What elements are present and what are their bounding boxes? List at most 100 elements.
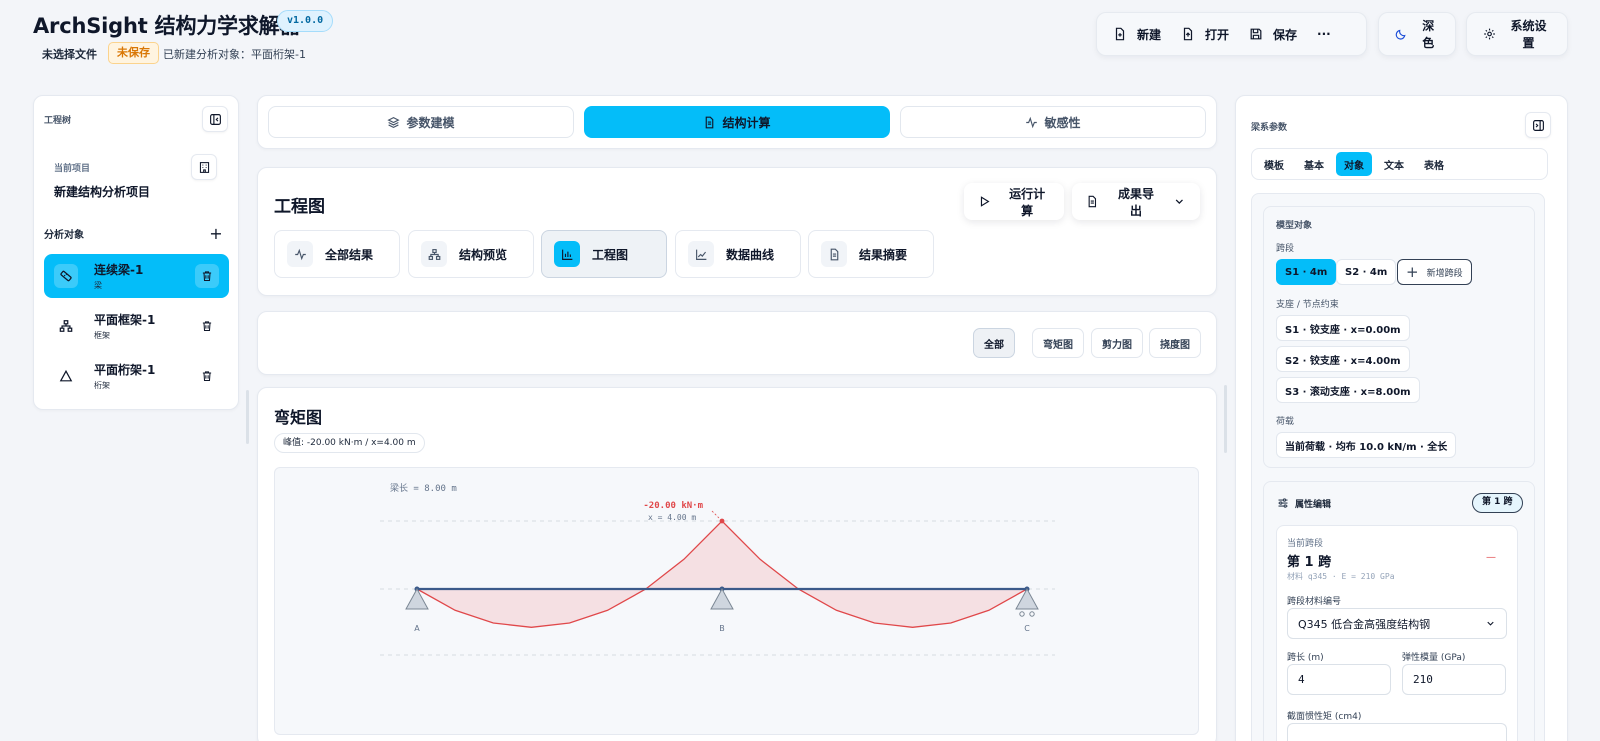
result-tab-summary[interactable]: 结果摘要: [808, 230, 934, 278]
params-title: 梁系参数: [1251, 123, 1288, 133]
load-chip[interactable]: 当前荷载 · 均布 10.0 kN/m · 全长: [1276, 432, 1457, 458]
truss-icon: [54, 364, 78, 388]
file-label: 未选择文件: [42, 48, 97, 61]
peak-point: [719, 518, 725, 524]
pulse-icon: [294, 248, 306, 260]
document-icon: [830, 248, 838, 260]
sliders-icon: [1278, 498, 1288, 508]
tab-parametric-modeling[interactable]: 参数建模: [268, 106, 574, 138]
unsaved-badge: 未保存: [108, 42, 159, 64]
right-resize-handle[interactable]: [1224, 385, 1227, 453]
collapse-left-button[interactable]: [202, 106, 228, 132]
more-button[interactable]: ···: [1307, 18, 1341, 50]
building-icon: [199, 161, 209, 173]
run-calc-button[interactable]: 运行计算: [964, 183, 1064, 220]
open-button[interactable]: 打开: [1171, 18, 1239, 50]
peak-x-label: x = 4.00 m: [648, 513, 696, 522]
result-tab-all[interactable]: 全部结果: [274, 230, 400, 278]
span-chip-1[interactable]: S1 · 4m: [1276, 259, 1337, 285]
result-tab-label: 结构预览: [459, 247, 508, 262]
new-label: 新建: [1137, 27, 1162, 42]
panel-collapse-icon: [1532, 119, 1544, 131]
object-item-truss[interactable]: 平面桁架-1 桁架: [44, 354, 229, 398]
inertia-input[interactable]: [1287, 723, 1507, 741]
open-file-icon: [1183, 27, 1193, 41]
modulus-label: 弹性模量 (GPa): [1402, 653, 1466, 663]
tab-object[interactable]: 对象: [1336, 152, 1372, 176]
tab-table[interactable]: 表格: [1416, 152, 1452, 176]
material-info: 材料 q345 · E = 210 GPa: [1287, 572, 1395, 581]
material-select[interactable]: Q345 低合金高强度结构钢: [1287, 608, 1507, 639]
tab-basic[interactable]: 基本: [1296, 152, 1332, 176]
delete-object-button[interactable]: [195, 364, 219, 388]
result-tab-label: 数据曲线: [726, 247, 775, 262]
result-tab-label: 结果摘要: [859, 247, 908, 262]
new-button[interactable]: 新建: [1103, 18, 1171, 50]
settings-label: 系统设置: [1510, 19, 1547, 50]
result-tab-drawing[interactable]: 工程图: [541, 230, 667, 278]
tab-label: 结构计算: [722, 115, 771, 130]
beam-length-label: 梁长 = 8.00 m: [390, 482, 457, 494]
project-settings-button[interactable]: [191, 154, 217, 180]
length-input[interactable]: 4: [1287, 664, 1391, 695]
add-object-button[interactable]: +: [208, 226, 224, 242]
support-chip-1[interactable]: S1 · 铰支座 · x=0.00m: [1276, 315, 1410, 341]
filter-deflection[interactable]: 挠度图: [1149, 328, 1201, 358]
collapse-right-button[interactable]: [1525, 112, 1551, 138]
layers-icon: [387, 116, 401, 128]
load-label: 荷载: [1276, 417, 1295, 427]
delete-object-button[interactable]: [195, 264, 219, 288]
object-item-beam[interactable]: 连续梁-1 梁: [44, 254, 229, 298]
settings-button[interactable]: 系统设置: [1473, 18, 1561, 50]
current-span-value: 第 1 跨: [1287, 555, 1332, 570]
roller-wheel-left: [1019, 611, 1025, 617]
filter-all[interactable]: 全部: [973, 328, 1015, 358]
result-tab-preview[interactable]: 结构预览: [408, 230, 534, 278]
bar-chart-icon: [561, 249, 572, 260]
moon-icon: [1395, 29, 1406, 40]
span-badge: 第 1 跨: [1472, 493, 1523, 513]
left-resize-handle[interactable]: [246, 390, 249, 444]
panel-collapse-icon: [209, 113, 221, 125]
moment-chart: 梁长 = 8.00 m A B C -20.00 kN·m x = 4.00 m: [274, 467, 1199, 735]
document-icon: [706, 116, 714, 128]
theme-button[interactable]: 深色: [1385, 18, 1449, 50]
peak-value-label: -20.00 kN·m: [643, 501, 703, 511]
tab-sensitivity[interactable]: 敏感性: [900, 106, 1206, 138]
status-text: 已新建分析对象：平面桁架-1: [163, 48, 306, 61]
frame-icon: [54, 314, 78, 338]
chevron-down-icon: [1176, 199, 1184, 204]
trash-icon: [202, 321, 212, 332]
peak-leader: [711, 510, 720, 519]
modulus-input[interactable]: 210: [1402, 664, 1506, 695]
result-tab-curves[interactable]: 数据曲线: [675, 230, 801, 278]
tab-text[interactable]: 文本: [1376, 152, 1412, 176]
add-span-button[interactable]: + 新增跨段: [1397, 259, 1472, 285]
moment-area: [417, 521, 1027, 628]
filter-moment[interactable]: 弯矩图: [1032, 328, 1084, 358]
object-type: 框架: [94, 331, 110, 340]
object-type: 桁架: [94, 381, 110, 390]
diagram-title: 弯矩图: [274, 408, 323, 427]
filter-shear[interactable]: 剪力图: [1091, 328, 1143, 358]
current-span-label: 当前跨段: [1287, 539, 1324, 549]
theme-label: 深色: [1422, 19, 1435, 50]
run-label: 运行计算: [1009, 186, 1046, 218]
play-icon: [980, 196, 990, 207]
span-chip-2[interactable]: S2 · 4m: [1336, 259, 1397, 285]
app-title: ArchSight 结构力学求解器: [33, 14, 301, 38]
export-button[interactable]: 成果导出: [1072, 183, 1200, 220]
hierarchy-icon: [428, 248, 440, 260]
add-span-label: 新增跨段: [1426, 268, 1463, 279]
support-chip-2[interactable]: S2 · 铰支座 · x=4.00m: [1276, 346, 1410, 372]
tab-template[interactable]: 模板: [1256, 152, 1292, 176]
delete-object-button[interactable]: [195, 314, 219, 338]
roller-wheel-right: [1029, 611, 1035, 617]
save-button[interactable]: 保存: [1239, 18, 1307, 50]
support-chip-3[interactable]: S3 · 滚动支座 · x=8.00m: [1276, 377, 1420, 403]
object-item-frame[interactable]: 平面框架-1 框架: [44, 304, 229, 348]
result-tab-label: 工程图: [592, 247, 629, 262]
tab-structural-calc[interactable]: 结构计算: [584, 106, 890, 138]
inertia-label: 截面惯性矩 (cm4): [1287, 712, 1362, 722]
analysis-label: 分析对象: [44, 230, 84, 241]
